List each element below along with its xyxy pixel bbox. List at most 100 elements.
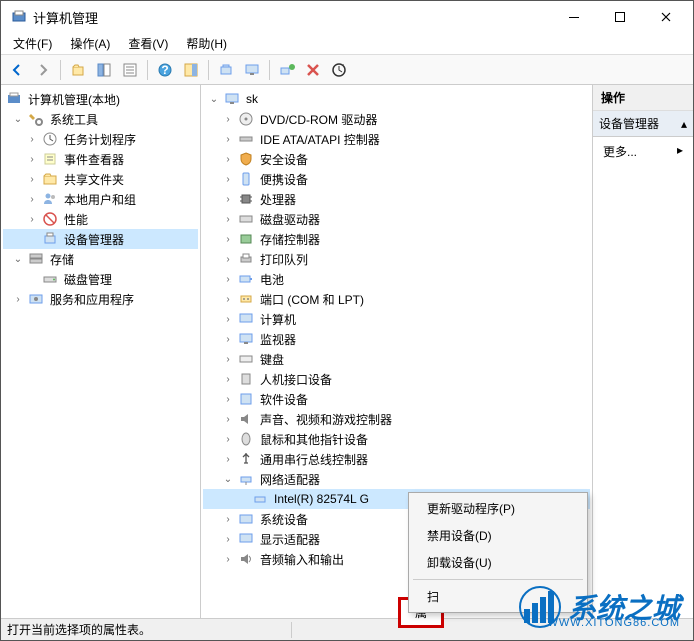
expander-icon[interactable]: › [221,132,235,146]
help-button[interactable]: ? [153,58,177,82]
expander-icon[interactable]: › [221,312,235,326]
ctx-update-driver[interactable]: 更新驱动程序(P) [411,495,585,522]
ctx-uninstall-device[interactable]: 卸载设备(U) [411,549,585,576]
menu-action[interactable]: 操作(A) [62,33,118,54]
expander-icon[interactable]: › [221,552,235,566]
update-button[interactable] [327,58,351,82]
minimize-button[interactable] [551,2,597,32]
device-software[interactable]: ›软件设备 [203,389,590,409]
device-dvd[interactable]: ›DVD/CD-ROM 驱动器 [203,109,590,129]
tools-icon [28,111,44,127]
svg-text:?: ? [161,63,168,77]
close-button[interactable] [643,2,689,32]
device-batteries[interactable]: ›电池 [203,269,590,289]
expander-icon[interactable]: › [221,172,235,186]
expander-icon[interactable]: › [25,172,39,186]
back-button[interactable] [5,58,29,82]
tree-event-viewer[interactable]: › 事件查看器 [3,149,198,169]
expander-icon[interactable]: › [221,272,235,286]
device-disk-drives[interactable]: ›磁盘驱动器 [203,209,590,229]
expander-icon[interactable]: › [221,432,235,446]
expander-icon[interactable]: › [221,212,235,226]
tree-disk-mgmt[interactable]: 磁盘管理 [3,269,198,289]
expander-icon[interactable]: › [221,152,235,166]
expander-icon[interactable]: › [221,532,235,546]
scan-button[interactable] [214,58,238,82]
folder-icon [42,171,58,187]
device-sound[interactable]: ›声音、视频和游戏控制器 [203,409,590,429]
tree-system-tools[interactable]: ⌄ 系统工具 [3,109,198,129]
tree-services-apps[interactable]: › 服务和应用程序 [3,289,198,309]
expander-icon[interactable]: › [221,352,235,366]
show-hide-tree-button[interactable] [92,58,116,82]
device-keyboards[interactable]: ›键盘 [203,349,590,369]
maximize-button[interactable] [597,2,643,32]
device-portable[interactable]: ›便携设备 [203,169,590,189]
device-processors[interactable]: ›处理器 [203,189,590,209]
tree-local-users[interactable]: › 本地用户和组 [3,189,198,209]
expander-icon[interactable]: › [11,292,25,306]
forward-button[interactable] [31,58,55,82]
expander-icon[interactable]: › [221,452,235,466]
tree-performance[interactable]: › 性能 [3,209,198,229]
network-icon [238,471,254,487]
device-usb[interactable]: ›通用串行总线控制器 [203,449,590,469]
tree-storage[interactable]: ⌄ 存储 [3,249,198,269]
device-computer[interactable]: ›计算机 [203,309,590,329]
device-security[interactable]: ›安全设备 [203,149,590,169]
users-icon [42,191,58,207]
expander-icon[interactable]: › [25,152,39,166]
tree-task-scheduler[interactable]: › 任务计划程序 [3,129,198,149]
expander-icon[interactable]: › [221,412,235,426]
device-ports[interactable]: ›端口 (COM 和 LPT) [203,289,590,309]
expander-icon[interactable]: ⌄ [221,472,235,486]
expander-icon[interactable]: › [221,252,235,266]
display-button[interactable] [240,58,264,82]
expander-icon[interactable]: › [221,392,235,406]
expander-icon[interactable]: › [221,112,235,126]
properties-button[interactable] [118,58,142,82]
tree-shared-folders[interactable]: › 共享文件夹 [3,169,198,189]
app-icon [11,9,27,25]
actions-more[interactable]: 更多... ▸ [593,137,693,166]
expander-icon[interactable]: › [221,332,235,346]
menu-file[interactable]: 文件(F) [5,33,60,54]
expander-icon[interactable]: › [221,232,235,246]
expander-icon[interactable]: › [25,212,39,226]
collapse-icon: ▴ [681,117,687,131]
more-label: 更多... [603,143,637,160]
actions-section[interactable]: 设备管理器 ▴ [593,111,693,137]
device-mouse[interactable]: ›鼠标和其他指针设备 [203,429,590,449]
expander-icon[interactable]: ⌄ [207,92,221,106]
enable-button[interactable] [275,58,299,82]
hid-icon [238,371,254,387]
tree-label: 显示适配器 [257,530,323,549]
device-ide[interactable]: ›IDE ATA/ATAPI 控制器 [203,129,590,149]
expander-icon[interactable]: › [221,512,235,526]
expander-icon[interactable]: › [221,292,235,306]
clock-icon [42,131,58,147]
menu-help[interactable]: 帮助(H) [178,33,235,54]
device-monitors[interactable]: ›监视器 [203,329,590,349]
menu-view[interactable]: 查看(V) [120,33,176,54]
expander-icon[interactable]: › [221,192,235,206]
tree-root-computer-mgmt[interactable]: 计算机管理(本地) [3,89,198,109]
expander-icon[interactable]: › [25,192,39,206]
up-button[interactable] [66,58,90,82]
tree-device-manager[interactable]: 设备管理器 [3,229,198,249]
device-root[interactable]: ⌄ sk [203,89,590,109]
display-adapter-icon [238,531,254,547]
action-pane-button[interactable] [179,58,203,82]
expander-icon[interactable]: ⌄ [11,112,25,126]
expander-icon[interactable]: › [221,372,235,386]
shield-icon [238,151,254,167]
tree-label: 服务和应用程序 [47,290,137,309]
ctx-disable-device[interactable]: 禁用设备(D) [411,522,585,549]
delete-button[interactable] [301,58,325,82]
device-print-queues[interactable]: ›打印队列 [203,249,590,269]
device-network[interactable]: ⌄网络适配器 [203,469,590,489]
device-hid[interactable]: ›人机接口设备 [203,369,590,389]
device-storage-ctrl[interactable]: ›存储控制器 [203,229,590,249]
expander-icon[interactable]: › [25,132,39,146]
expander-icon[interactable]: ⌄ [11,252,25,266]
